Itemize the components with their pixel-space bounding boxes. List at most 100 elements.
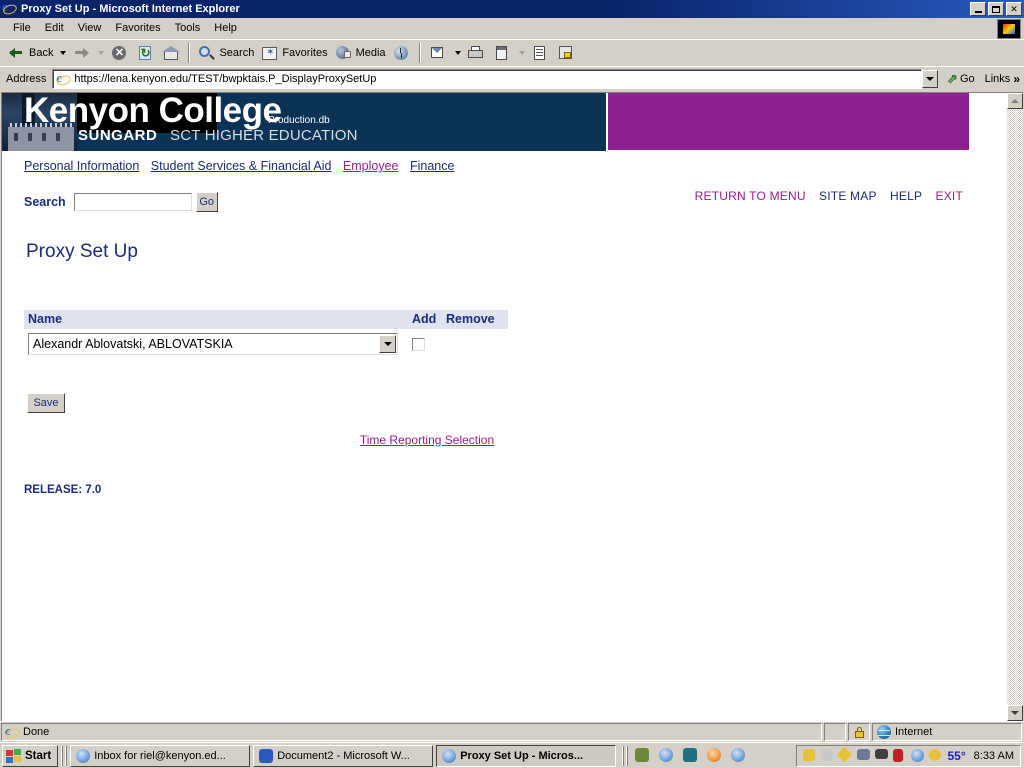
back-button[interactable]: Back [4,42,56,64]
media-button[interactable]: Media [331,42,389,64]
printer-icon[interactable] [856,748,872,764]
search-button[interactable]: Search [194,42,257,64]
menu-item-edit[interactable]: Edit [38,20,71,36]
security-zone-text: Internet [895,726,933,738]
back-icon [7,43,27,63]
window-title: Proxy Set Up - Microsoft Internet Explor… [21,3,240,15]
quick-launch-grip[interactable] [622,745,629,766]
address-dropdown-button[interactable] [922,69,939,88]
nav-link-student-services[interactable]: Student Services & Financial Aid [151,159,332,173]
go-button[interactable]: ⇗ Go [941,71,981,87]
edit-dropdown-icon[interactable] [518,50,525,55]
nav-link-personal-information[interactable]: Personal Information [24,159,139,173]
proxy-name-select[interactable]: Alexandr Ablovatski, ABLOVATSKIA [28,333,398,355]
cell-name: Alexandr Ablovatski, ABLOVATSKIA [24,329,408,355]
mail-icon [428,43,448,63]
toolbar-separator [188,42,191,63]
save-button[interactable]: Save [27,393,65,413]
column-header-name: Name [24,310,408,329]
table-row: Alexandr Ablovatski, ABLOVATSKIA [24,329,508,355]
link-return-to-menu[interactable]: RETURN TO MENU [695,189,806,203]
edit-button[interactable] [489,42,515,64]
pen-icon[interactable] [837,746,854,764]
title-bar: e Proxy Set Up - Microsoft Internet Expl… [0,0,1024,18]
update-icon[interactable] [928,748,944,764]
window-controls: ✕ [970,2,1022,16]
menu-item-tools[interactable]: Tools [168,20,208,36]
menu-bar: File Edit View Favorites Tools Help [0,18,1024,39]
taskbar-button-proxy-setup[interactable]: Proxy Set Up - Micros... [436,744,617,767]
search-input[interactable] [73,193,192,211]
vendor-sungard: SUNGARD [78,127,158,144]
vendor-sct-higher-education: SCT HIGHER EDUCATION [170,127,358,144]
triangle-up-icon [1011,99,1019,103]
menu-item-view[interactable]: View [71,20,109,36]
select-dropdown-button[interactable] [379,335,396,353]
minimize-button[interactable] [970,2,986,16]
link-exit[interactable]: EXIT [936,189,963,203]
nav-link-finance[interactable]: Finance [410,159,454,173]
home-icon [161,43,181,63]
address-input[interactable]: e https://lena.kenyon.edu/TEST/bwpktais.… [52,68,923,89]
favorites-button[interactable]: Favorites [257,42,330,64]
database-label: Production.db [268,115,330,126]
camera-icon[interactable] [874,748,890,764]
time-reporting-selection-link[interactable]: Time Reporting Selection [360,433,494,447]
quick-launch-bar [631,747,751,765]
history-icon [392,43,412,63]
mail-dropdown-icon[interactable] [454,50,461,55]
link-site-map[interactable]: SITE MAP [819,189,877,203]
status-bar: e Done Internet [0,721,1024,742]
discuss-button[interactable] [527,42,553,64]
ie-icon[interactable] [658,747,676,765]
banner-navy-panel: Kenyon College Production.db SUNGARD SCT… [2,93,606,151]
show-desktop-icon[interactable] [634,747,652,765]
volume-icon[interactable] [820,748,836,764]
temperature-indicator[interactable]: 55° [947,749,965,763]
scroll-down-button[interactable] [1007,705,1023,721]
firefox-icon[interactable] [706,747,724,765]
college-name: Kenyon College [24,93,282,130]
close-button[interactable]: ✕ [1006,2,1022,16]
page-title: Proxy Set Up [26,241,138,262]
toolbar-separator-2 [418,42,421,63]
column-header-add: Add [408,310,442,329]
history-button[interactable] [389,42,415,64]
start-button[interactable]: Start [2,744,59,767]
taskbar-clock[interactable]: 8:33 AM [974,750,1014,762]
vertical-scrollbar[interactable] [1007,92,1023,721]
add-checkbox[interactable] [412,338,425,351]
favorites-icon [260,43,280,63]
stop-button[interactable] [106,42,132,64]
outlook-icon[interactable] [730,747,748,765]
menu-item-help[interactable]: Help [207,20,244,36]
links-button[interactable]: Links » [981,72,1024,86]
print-button[interactable] [463,42,489,64]
release-version: RELEASE: 7.0 [24,484,102,496]
restore-button[interactable] [988,2,1004,16]
taskbar-button-word[interactable]: Document2 - Microsoft W... [253,744,434,767]
back-dropdown-icon[interactable] [60,50,67,55]
scroll-up-button[interactable] [1007,93,1023,109]
browser-toolbar: Back Search Favorites Media [0,39,1024,65]
mail-button[interactable] [425,42,451,64]
info-icon[interactable] [892,748,908,764]
link-help[interactable]: HELP [890,189,922,203]
home-button[interactable] [158,42,184,64]
taskbar-button-outlook[interactable]: Inbox for riel@kenyon.ed... [70,744,251,767]
taskbar-grip[interactable] [61,745,68,766]
search-go-button[interactable]: Go [195,192,218,212]
network-status-icon[interactable] [910,748,926,764]
address-bar: Address e https://lena.kenyon.edu/TEST/b… [0,66,1024,90]
messenger-icon [556,43,576,63]
network-icon[interactable] [682,747,700,765]
nav-link-employee[interactable]: Employee [343,159,399,173]
power-icon[interactable] [802,748,818,764]
refresh-button[interactable] [132,42,158,64]
forward-button[interactable] [68,42,94,64]
ie-logo-icon: e [1,0,19,17]
menu-item-favorites[interactable]: Favorites [108,20,167,36]
messenger-button[interactable] [553,42,579,64]
forward-dropdown-icon[interactable] [98,50,105,55]
menu-item-file[interactable]: File [6,20,38,36]
